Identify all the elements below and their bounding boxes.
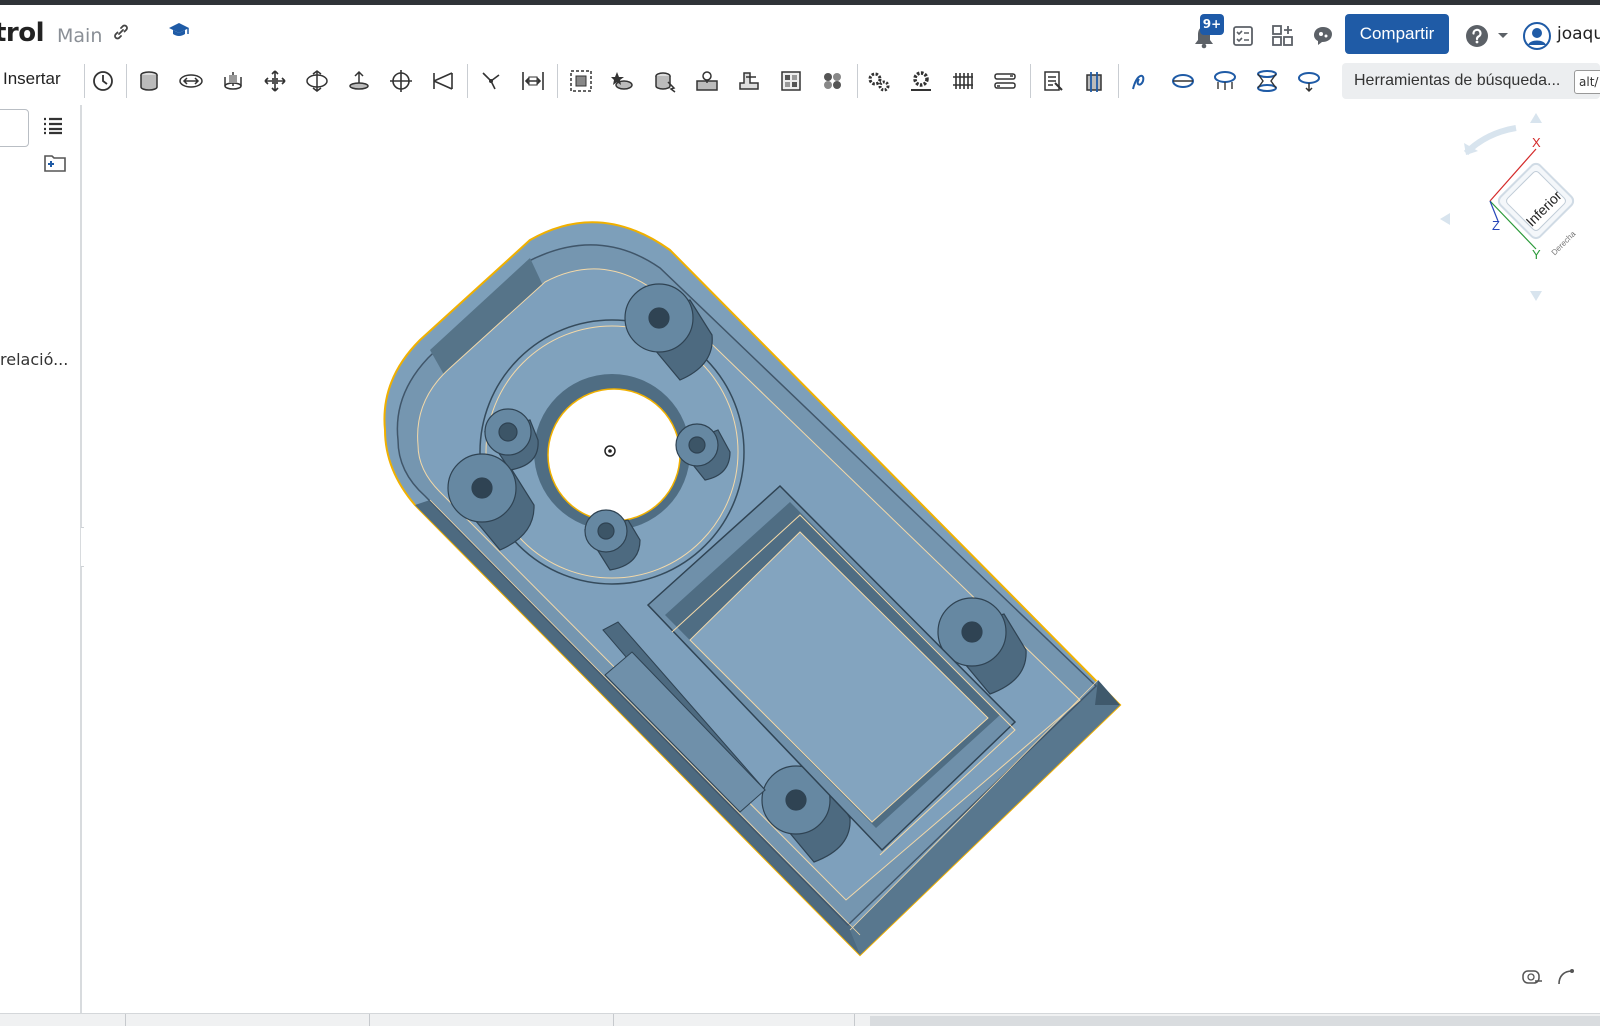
- list-view-icon[interactable]: [40, 113, 66, 139]
- rack-pinion-icon[interactable]: [904, 64, 938, 98]
- measure-icon[interactable]: [1036, 64, 1070, 98]
- explode-view-icon[interactable]: [774, 64, 808, 98]
- search-shortcut-hint: alt/: [1574, 70, 1600, 94]
- sweep-icon[interactable]: [1292, 64, 1326, 98]
- help-chevron-down-icon[interactable]: [1496, 29, 1510, 43]
- parallel-mate-icon[interactable]: [426, 64, 460, 98]
- mate-connector-icon[interactable]: [606, 64, 640, 98]
- measure-tape-icon[interactable]: [1520, 965, 1544, 989]
- toolbar-divider: [467, 64, 468, 98]
- loft-icon[interactable]: [1250, 64, 1284, 98]
- notification-badge: 9+: [1200, 14, 1224, 35]
- axis-z-label: Z: [1492, 218, 1500, 233]
- tangent-mate-icon[interactable]: [474, 64, 508, 98]
- insert-button[interactable]: Insertar: [3, 69, 61, 89]
- animate-icon[interactable]: [816, 64, 850, 98]
- tool-search-placeholder: Herramientas de búsqueda...: [1354, 72, 1561, 89]
- document-title[interactable]: trol: [0, 18, 45, 48]
- sketch-curve-icon[interactable]: [1124, 64, 1158, 98]
- gear-relation-icon[interactable]: [732, 64, 766, 98]
- display-options-icon[interactable]: [1554, 965, 1578, 989]
- replicate-icon[interactable]: [648, 64, 682, 98]
- toolbar-divider: [1118, 64, 1119, 98]
- graphics-viewport[interactable]: X Z Y Inferior Derecha: [84, 105, 1600, 1013]
- feature-filter-input[interactable]: [0, 109, 29, 147]
- feature-list-panel: relació...: [0, 105, 82, 1013]
- link-icon[interactable]: [109, 20, 133, 44]
- view-cube[interactable]: X Z Y Inferior Derecha: [1436, 113, 1596, 303]
- history-icon[interactable]: [86, 64, 120, 98]
- screw-relation-icon[interactable]: [946, 64, 980, 98]
- axis-y-label: Y: [1532, 247, 1541, 262]
- linear-relation-icon[interactable]: [988, 64, 1022, 98]
- insert-part-icon[interactable]: [132, 64, 166, 98]
- tab-part-studio-3[interactable]: [370, 1014, 614, 1026]
- loop-icon[interactable]: [1166, 64, 1200, 98]
- add-folder-icon[interactable]: [42, 150, 68, 176]
- learning-center-icon[interactable]: [167, 18, 191, 42]
- document-tab-bar: [0, 1013, 1600, 1026]
- toolbar-divider: [1030, 64, 1031, 98]
- user-name[interactable]: joaqui: [1557, 24, 1600, 44]
- planar-mate-icon[interactable]: [384, 64, 418, 98]
- tab-assembly[interactable]: [614, 1014, 855, 1026]
- cylindrical-mate-icon[interactable]: [300, 64, 334, 98]
- document-header: trol Main 9+ Compartir joaqui: [0, 5, 1600, 57]
- width-mate-icon[interactable]: [516, 64, 550, 98]
- toolbar-divider: [557, 64, 558, 98]
- gears-icon[interactable]: [862, 64, 896, 98]
- revolve-surface-icon[interactable]: [1208, 64, 1242, 98]
- ai-advisor-icon[interactable]: [1310, 23, 1336, 49]
- toolbar-divider: [84, 64, 85, 98]
- branch-name[interactable]: Main: [57, 25, 102, 47]
- group-icon[interactable]: [564, 64, 598, 98]
- tool-search-box[interactable]: Herramientas de búsqueda... alt/: [1342, 63, 1600, 99]
- feature-list-item[interactable]: relació...: [0, 350, 68, 369]
- tasks-icon[interactable]: [1230, 23, 1256, 49]
- section-view-icon[interactable]: [1078, 64, 1112, 98]
- revolute-mate-icon[interactable]: [216, 64, 250, 98]
- tab-part-studio[interactable]: [0, 1014, 126, 1026]
- view-cube-graphic[interactable]: X Z Y Inferior Derecha: [1436, 113, 1596, 303]
- tab-part-studio-2[interactable]: [126, 1014, 370, 1026]
- fastened-mate-icon[interactable]: [174, 64, 208, 98]
- share-button[interactable]: Compartir: [1345, 14, 1449, 54]
- toolbar-divider: [126, 64, 127, 98]
- cad-part-render[interactable]: [84, 105, 1600, 1013]
- app-store-icon[interactable]: [1270, 23, 1296, 49]
- pin-slot-mate-icon[interactable]: [342, 64, 376, 98]
- feature-toolbar: Insertar Herramientas de búsqueda... alt…: [0, 57, 1600, 105]
- view-cube-side-label: Derecha: [1550, 229, 1578, 257]
- user-avatar-icon[interactable]: [1522, 21, 1552, 51]
- toolbar-divider: [857, 64, 858, 98]
- help-icon[interactable]: [1464, 23, 1490, 49]
- axis-x-label: X: [1532, 135, 1541, 150]
- mate-connector-relation-icon[interactable]: [690, 64, 724, 98]
- slider-mate-icon[interactable]: [258, 64, 292, 98]
